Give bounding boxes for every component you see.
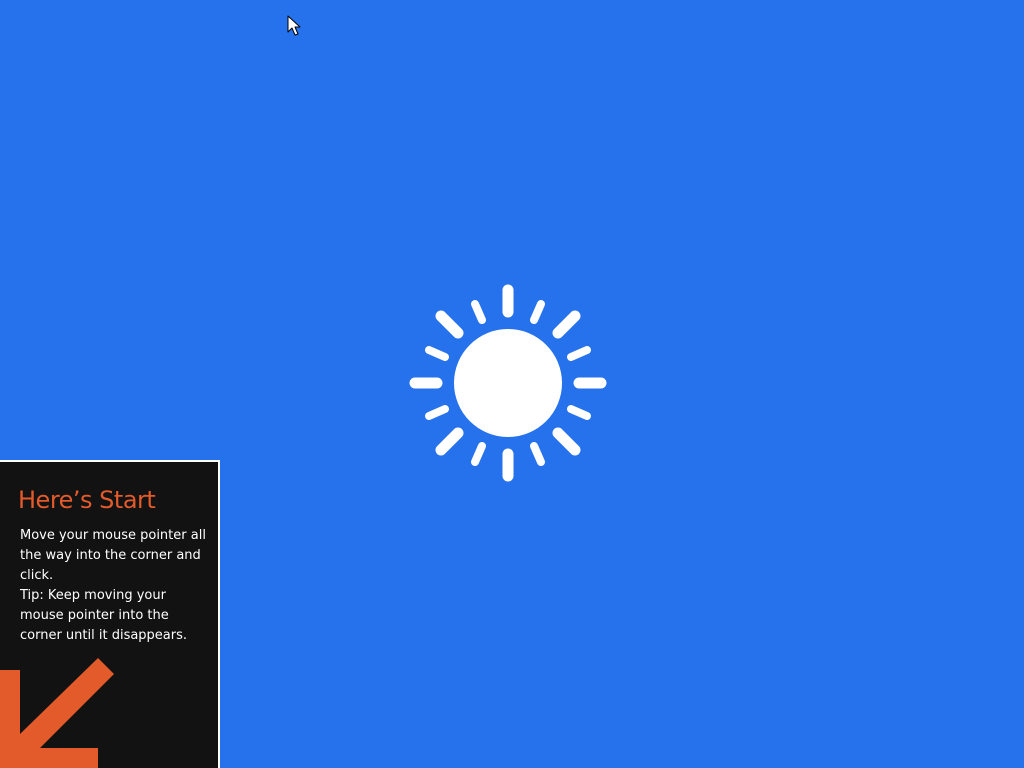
- tip-hint: Tip: Keep moving your mouse pointer into…: [20, 588, 188, 643]
- arrow-down-left-icon: [0, 658, 114, 768]
- desktop-background: Here’s Start Move your mouse pointer all…: [0, 0, 1024, 768]
- start-tip-panel: Here’s Start Move your mouse pointer all…: [0, 460, 220, 768]
- sun-icon: [409, 284, 607, 482]
- tip-title: Here’s Start: [18, 486, 156, 514]
- mouse-pointer-icon: [287, 15, 301, 36]
- tip-instruction: Move your mouse pointer all the way into…: [20, 528, 206, 583]
- tip-body: Move your mouse pointer all the way into…: [20, 526, 210, 646]
